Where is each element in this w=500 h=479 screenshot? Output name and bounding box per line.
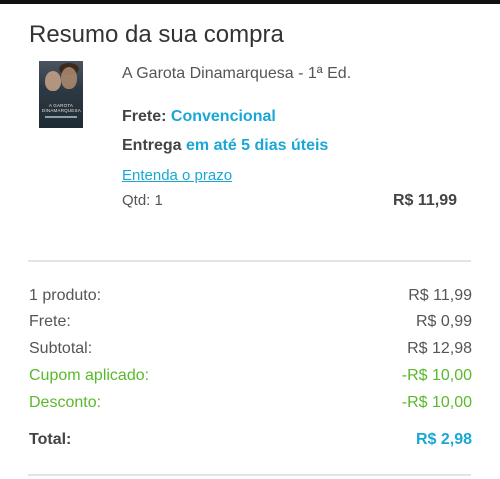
summary-value: -R$ 10,00 (401, 367, 472, 384)
summary-row-coupon: Cupom aplicado: -R$ 10,00 (29, 367, 472, 385)
divider (28, 474, 471, 476)
summary-row-discount: Desconto: -R$ 10,00 (29, 394, 472, 412)
shipping-method: Frete: Convencional (122, 108, 276, 126)
book-cover-image[interactable]: A GAROTA DINAMARQUESA (39, 61, 83, 128)
cover-title-text: A GAROTA DINAMARQUESA (42, 103, 81, 113)
summary-row-total: Total: R$ 2,98 (29, 431, 472, 449)
shipping-label: Frete: (122, 108, 167, 125)
shipping-value: Convencional (170, 108, 276, 125)
summary-row-subtotal: Subtotal: R$ 12,98 (29, 340, 472, 358)
divider (28, 260, 471, 262)
summary-label: Frete: (29, 313, 71, 330)
product-price: R$ 11,99 (392, 192, 457, 209)
summary-value: R$ 0,99 (415, 313, 472, 330)
delivery-value: em até 5 dias úteis (186, 137, 329, 154)
summary-label: Cupom aplicado: (29, 367, 150, 384)
summary-value: R$ 11,99 (408, 287, 472, 304)
product-name: A Garota Dinamarquesa - 1ª Ed. (122, 65, 352, 82)
summary-label: Desconto: (29, 394, 102, 411)
summary-row-shipping: Frete: R$ 0,99 (29, 313, 472, 331)
summary-label: Subtotal: (29, 340, 93, 357)
page-title: Resumo da sua compra (29, 21, 284, 48)
cover-line (45, 116, 77, 118)
quantity: Qtd: 1 (122, 192, 163, 209)
summary-value: -R$ 10,00 (401, 394, 472, 411)
cover-figure (61, 67, 77, 89)
summary-row-products: 1 produto: R$ 11,99 (29, 287, 472, 305)
delivery-label: Entrega (122, 137, 182, 154)
summary-label: 1 produto: (29, 287, 102, 304)
total-label: Total: (29, 431, 72, 448)
top-bar (0, 0, 500, 4)
cover-figure (45, 71, 61, 91)
delivery-estimate: Entrega em até 5 dias úteis (122, 137, 328, 155)
understand-deadline-link[interactable]: Entenda o prazo (122, 167, 232, 184)
summary-value: R$ 12,98 (407, 340, 472, 357)
total-value: R$ 2,98 (415, 431, 472, 448)
